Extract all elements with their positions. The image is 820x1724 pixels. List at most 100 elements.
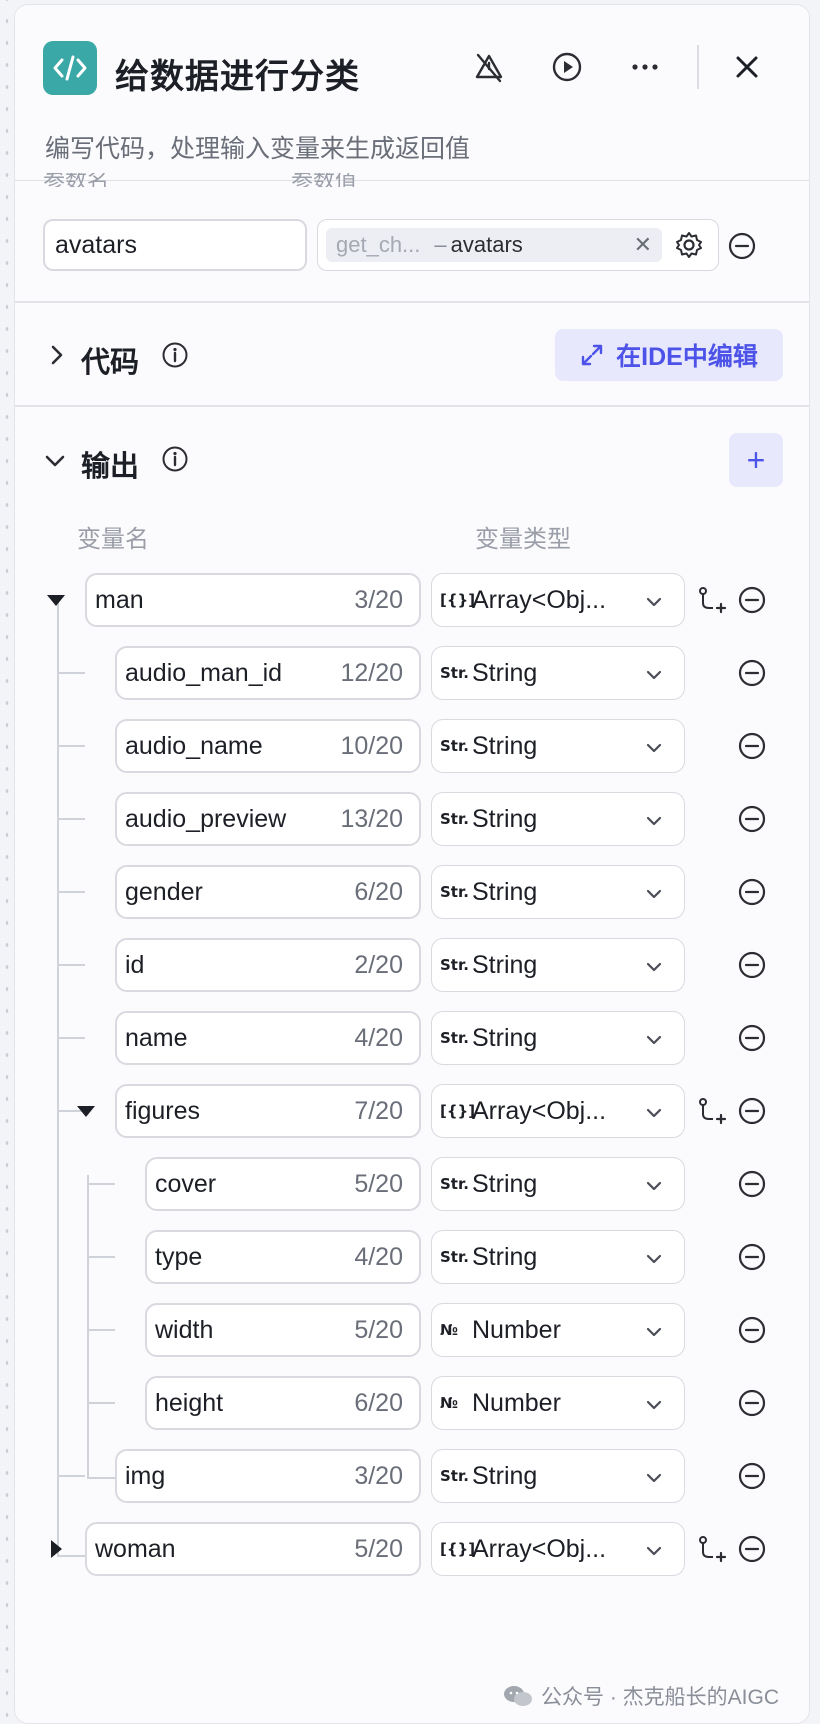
more-icon[interactable]: [627, 49, 663, 85]
chevron-down-icon: [644, 1466, 664, 1486]
output-row: audio_preview 13/20 Str. String: [15, 792, 809, 846]
watermark: 公众号 · 杰克船长的AIGC: [503, 1681, 779, 1711]
variable-type-select[interactable]: Str. String: [431, 646, 685, 700]
variable-name-input[interactable]: figures 7/20: [115, 1084, 421, 1138]
remove-variable-icon[interactable]: [737, 1023, 767, 1053]
remove-variable-icon[interactable]: [737, 877, 767, 907]
output-section-title[interactable]: 输出: [81, 443, 139, 485]
run-icon[interactable]: [549, 49, 585, 85]
variable-name-input[interactable]: cover 5/20: [145, 1157, 421, 1211]
variable-type-select[interactable]: № Number: [431, 1376, 685, 1430]
remove-variable-icon[interactable]: [737, 1461, 767, 1491]
variable-name-input[interactable]: gender 6/20: [115, 865, 421, 919]
caret-down-icon[interactable]: [45, 589, 67, 611]
variable-name-input[interactable]: img 3/20: [115, 1449, 421, 1503]
param-value-label: 参数值: [291, 173, 358, 187]
section-divider: [15, 301, 809, 303]
type-label: String: [472, 1169, 538, 1198]
variable-name: height: [155, 1388, 224, 1417]
remove-variable-icon[interactable]: [737, 1534, 767, 1564]
type-icon: [{}]: [440, 591, 476, 609]
clear-reference-icon[interactable]: ✕: [634, 232, 652, 258]
type-label: Array<Obj...: [472, 1096, 607, 1125]
remove-variable-icon[interactable]: [737, 1315, 767, 1345]
variable-type-select[interactable]: Str. String: [431, 1157, 685, 1211]
param-name-input[interactable]: avatars: [43, 219, 307, 271]
output-row: name 4/20 Str. String: [15, 1011, 809, 1065]
output-row: man 3/20 [{}] Array<Obj...: [15, 573, 809, 627]
chevron-right-icon[interactable]: [45, 343, 69, 367]
variable-name-input[interactable]: width 5/20: [145, 1303, 421, 1357]
char-count: 5/20: [354, 1169, 403, 1198]
type-label: Number: [472, 1315, 561, 1344]
type-label: String: [472, 1023, 538, 1052]
variable-name-input[interactable]: audio_name 10/20: [115, 719, 421, 773]
variable-name-input[interactable]: id 2/20: [115, 938, 421, 992]
remove-variable-icon[interactable]: [737, 585, 767, 615]
remove-param-icon[interactable]: [727, 231, 757, 261]
add-child-icon[interactable]: [697, 1096, 727, 1126]
remove-variable-icon[interactable]: [737, 950, 767, 980]
variable-name: type: [155, 1242, 203, 1271]
variable-name: img: [125, 1461, 166, 1490]
variable-name-input[interactable]: audio_preview 13/20: [115, 792, 421, 846]
variable-type-select[interactable]: [{}] Array<Obj...: [431, 1522, 685, 1576]
tree-branch-line: [57, 1037, 85, 1039]
char-count: 3/20: [354, 585, 403, 614]
remove-variable-icon[interactable]: [737, 658, 767, 688]
variable-name: audio_man_id: [125, 658, 283, 687]
edit-in-ide-label: 在IDE中编辑: [616, 343, 758, 371]
ref-variable-name: avatars: [450, 232, 523, 257]
edit-in-ide-button[interactable]: 在IDE中编辑: [555, 329, 783, 381]
remove-variable-icon[interactable]: [737, 1242, 767, 1272]
variable-name-input[interactable]: woman 5/20: [85, 1522, 421, 1576]
add-child-icon[interactable]: [697, 585, 727, 615]
add-child-icon[interactable]: [697, 1534, 727, 1564]
close-icon[interactable]: [729, 49, 765, 85]
variable-type-select[interactable]: Str. String: [431, 719, 685, 773]
remove-variable-icon[interactable]: [737, 804, 767, 834]
tree-branch-line: [57, 818, 85, 820]
remove-variable-icon[interactable]: [737, 1388, 767, 1418]
type-label: String: [472, 731, 538, 760]
type-label: Array<Obj...: [472, 585, 607, 614]
alert-off-icon[interactable]: [471, 49, 507, 85]
variable-type-select[interactable]: № Number: [431, 1303, 685, 1357]
variable-name-input[interactable]: man 3/20: [85, 573, 421, 627]
remove-variable-icon[interactable]: [737, 1096, 767, 1126]
variable-type-select[interactable]: Str. String: [431, 1449, 685, 1503]
variable-type-select[interactable]: Str. String: [431, 865, 685, 919]
gear-icon[interactable]: [674, 230, 704, 260]
output-row: type 4/20 Str. String: [15, 1230, 809, 1284]
param-name-label: 参数名: [43, 173, 110, 187]
variable-type-select[interactable]: Str. String: [431, 1230, 685, 1284]
tree-branch-line: [87, 1329, 115, 1331]
variable-type-select[interactable]: [{}] Array<Obj...: [431, 1084, 685, 1138]
chevron-down-icon[interactable]: [43, 449, 67, 473]
variable-type-select[interactable]: Str. String: [431, 938, 685, 992]
type-label: String: [472, 804, 538, 833]
remove-variable-icon[interactable]: [737, 1169, 767, 1199]
param-value-field[interactable]: get_ch... – avatars ✕: [317, 219, 719, 271]
variable-type-select[interactable]: Str. String: [431, 792, 685, 846]
variable-type-select[interactable]: [{}] Array<Obj...: [431, 573, 685, 627]
variable-name: audio_preview: [125, 804, 287, 833]
variable-name-input[interactable]: audio_man_id 12/20: [115, 646, 421, 700]
caret-down-icon[interactable]: [75, 1100, 97, 1122]
code-section-title[interactable]: 代码: [81, 339, 139, 381]
variable-type-select[interactable]: Str. String: [431, 1011, 685, 1065]
variable-name: name: [125, 1023, 188, 1052]
column-header-name: 变量名: [77, 526, 149, 553]
variable-name-input[interactable]: height 6/20: [145, 1376, 421, 1430]
info-icon[interactable]: [161, 341, 189, 369]
add-output-button[interactable]: +: [729, 433, 783, 487]
type-label: String: [472, 877, 538, 906]
remove-variable-icon[interactable]: [737, 731, 767, 761]
char-count: 4/20: [354, 1023, 403, 1052]
page-title: 给数据进行分类: [115, 58, 360, 96]
caret-right-icon[interactable]: [45, 1538, 67, 1560]
info-icon[interactable]: [161, 445, 189, 473]
variable-name-input[interactable]: name 4/20: [115, 1011, 421, 1065]
variable-name-input[interactable]: type 4/20: [145, 1230, 421, 1284]
variable-reference-chip[interactable]: get_ch... – avatars ✕: [326, 228, 662, 262]
